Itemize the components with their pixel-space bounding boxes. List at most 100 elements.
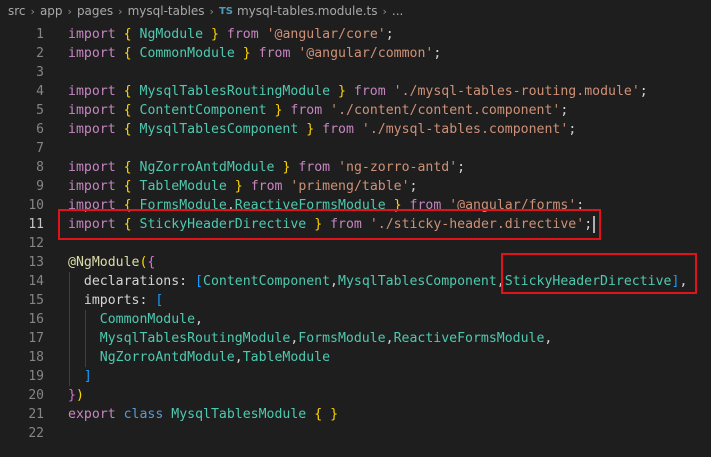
breadcrumb-item-app[interactable]: app <box>40 4 63 18</box>
breadcrumb: src › app › pages › mysql-tables › TS my… <box>0 0 711 22</box>
code-token: } <box>210 27 219 42</box>
code-line[interactable]: 19 ] <box>0 367 711 386</box>
code-token: ; <box>457 160 466 175</box>
code-line[interactable]: 9 import { TableModule } from 'primeng/ta… <box>0 177 711 196</box>
code-token: ; <box>409 179 418 194</box>
code-token: { <box>123 103 132 118</box>
line-number: 10 <box>28 198 44 213</box>
code-token: from <box>298 160 331 175</box>
code-token: ; <box>639 84 648 99</box>
line-number: 6 <box>36 122 44 137</box>
code-line[interactable]: 22 <box>0 424 711 443</box>
line-number: 20 <box>28 388 44 403</box>
code-line[interactable]: 7 <box>0 139 711 158</box>
code-token: , <box>195 312 203 327</box>
code-text: import { TableModule } from 'primeng/tab… <box>68 177 417 196</box>
indent-guide <box>85 310 86 367</box>
code-token: ; <box>568 122 577 137</box>
breadcrumb-item-pages[interactable]: pages <box>77 4 113 18</box>
highlight-box-declaration <box>500 253 698 294</box>
code-line[interactable]: 17 MysqlTablesRoutingModule,FormsModule,… <box>0 329 711 348</box>
code-line[interactable]: 8 import { NgZorroAntdModule } from 'ng-z… <box>0 158 711 177</box>
code-token: './mysql-tables.component' <box>361 122 569 137</box>
code-token: import <box>68 160 116 175</box>
code-line[interactable]: 2 import { CommonModule } from '@angular/… <box>0 44 711 63</box>
code-line[interactable]: 20}) <box>0 386 711 405</box>
line-number: 21 <box>28 407 44 422</box>
code-token: MysqlTablesComponent <box>139 122 299 137</box>
code-token: NgZorroAntdModule <box>68 350 235 365</box>
code-token: } <box>242 46 251 61</box>
code-text: export class MysqlTablesModule { } <box>68 405 338 424</box>
code-token: [ <box>155 293 164 308</box>
line-number: 4 <box>36 84 44 99</box>
indent-guide <box>69 272 70 386</box>
code-text: ] <box>68 367 92 386</box>
code-editor[interactable]: 1 import { NgModule } from '@angular/core… <box>0 22 711 457</box>
code-line[interactable]: 4 import { MysqlTablesRoutingModule } fro… <box>0 82 711 101</box>
code-token: ; <box>560 103 569 118</box>
code-text: import { NgZorroAntdModule } from 'ng-zo… <box>68 158 465 177</box>
code-token: 'ng-zorro-antd' <box>338 160 458 175</box>
highlight-box-import-line <box>58 209 602 240</box>
breadcrumb-item-file[interactable]: mysql-tables.module.ts <box>237 4 378 18</box>
code-text: imports: [ <box>68 291 163 310</box>
code-token: } <box>338 84 346 99</box>
code-token: class <box>123 407 164 422</box>
code-token: '@angular/core' <box>266 27 386 42</box>
code-token: @NgModule <box>68 255 140 270</box>
code-token: { <box>123 84 132 99</box>
code-line[interactable]: 6 import { MysqlTablesComponent } from '.… <box>0 120 711 139</box>
line-number: 2 <box>36 46 44 61</box>
breadcrumb-item-src[interactable]: src <box>8 4 26 18</box>
code-token: CommonModule <box>68 312 196 327</box>
code-line[interactable]: 3 <box>0 63 711 82</box>
breadcrumb-item-mysql-tables[interactable]: mysql-tables <box>128 4 205 18</box>
line-number: 9 <box>36 179 44 194</box>
code-line[interactable]: 18 NgZorroAntdModule,TableModule <box>0 348 711 367</box>
code-token: export <box>68 407 116 422</box>
code-token: ; <box>385 27 394 42</box>
code-line[interactable]: 21 export class MysqlTablesModule { } <box>0 405 711 424</box>
code-token: { <box>123 179 132 194</box>
code-line[interactable]: 5 import { ContentComponent } from './con… <box>0 101 711 120</box>
line-number: 3 <box>36 65 44 80</box>
code-line[interactable]: 16 CommonModule, <box>0 310 711 329</box>
code-token: NgZorroAntdModule <box>139 160 275 175</box>
code-token: from <box>258 46 291 61</box>
code-token: MysqlTablesRoutingModule <box>139 84 331 99</box>
code-text: MysqlTablesRoutingModule,FormsModule,Rea… <box>68 329 553 348</box>
line-number: 22 <box>28 426 44 441</box>
chevron-right-icon: › <box>30 4 35 18</box>
code-token: declarations: <box>68 274 196 289</box>
code-token: import <box>68 103 116 118</box>
code-token: import <box>68 46 116 61</box>
line-number: 1 <box>36 27 44 42</box>
code-token: } <box>306 122 315 137</box>
code-line[interactable]: 1 import { NgModule } from '@angular/core… <box>0 25 711 44</box>
line-number: 16 <box>28 312 44 327</box>
code-text: import { ContentComponent } from './cont… <box>68 101 568 120</box>
code-token: import <box>68 84 116 99</box>
line-number: 5 <box>36 103 44 118</box>
breadcrumb-item-symbol[interactable]: ... <box>392 4 403 18</box>
line-number: 12 <box>28 236 44 251</box>
code-token: from <box>226 27 259 42</box>
